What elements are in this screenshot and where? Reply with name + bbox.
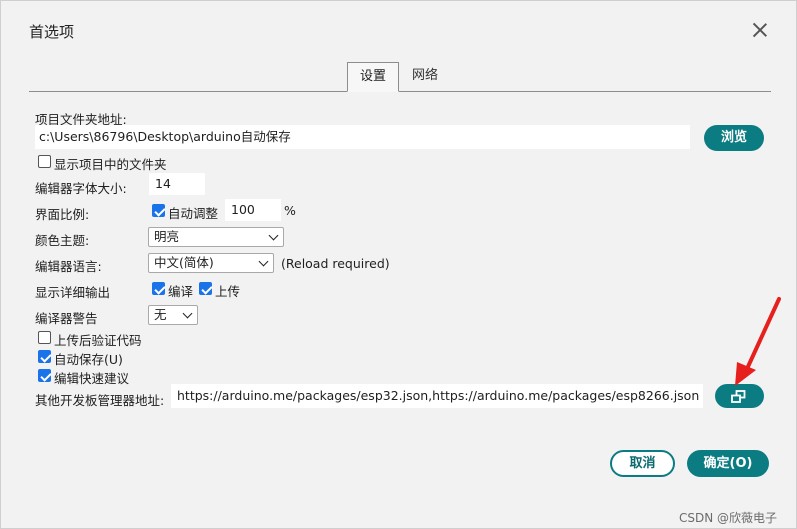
cancel-button[interactable]: 取消 [610,450,675,477]
verbose-upload-label: 上传 [215,284,241,299]
tab-settings[interactable]: 设置 [347,62,399,92]
warnings-select[interactable]: 无 [148,305,198,325]
close-icon[interactable] [751,21,769,39]
verbose-label: 显示详细输出 [35,285,111,300]
reload-note: (Reload required) [281,256,390,271]
autosave-label: 自动保存(U) [54,352,123,367]
scale-label: 界面比例: [35,207,90,222]
font-size-field[interactable]: 14 [149,173,205,195]
ok-button[interactable]: 确定(O) [687,450,769,477]
show-files-checkbox[interactable] [38,155,51,168]
verify-label: 上传后验证代码 [54,333,142,348]
sketchbook-path-field[interactable]: c:\Users\86796\Desktop\arduino自动保存 [35,125,690,149]
scale-unit: % [284,203,296,218]
language-label: 编辑器语言: [35,259,102,274]
dialog-title: 首选项 [29,23,75,41]
browse-button[interactable]: 浏览 [704,125,764,151]
board-urls-field[interactable]: https://arduino.me/packages/esp32.json,h… [171,384,703,408]
show-files-label: 显示项目中的文件夹 [54,157,167,172]
chevron-down-icon [258,256,269,267]
board-urls-label: 其他开发板管理器地址: [35,393,165,408]
open-external-icon [731,390,746,403]
verbose-compile-checkbox[interactable] [152,282,165,295]
font-size-label: 编辑器字体大小: [35,181,127,196]
warnings-value: 无 [154,307,167,322]
language-select[interactable]: 中文(简体) [148,253,274,273]
tab-network[interactable]: 网络 [401,62,449,92]
watermark: CSDN @欣薇电子 [679,511,778,525]
autosave-checkbox[interactable] [38,350,51,363]
warnings-label: 编译器警告 [35,311,98,326]
red-arrow-annotation [735,297,781,386]
preferences-dialog: 首选项 设置 网络 项目文件夹地址: c:\Users\86796\Deskto… [0,0,797,529]
auto-scale-checkbox[interactable] [152,204,165,217]
verbose-upload-checkbox[interactable] [199,282,212,295]
quick-suggest-checkbox[interactable] [38,369,51,382]
theme-select[interactable]: 明亮 [148,227,284,247]
quick-suggest-label: 编辑快速建议 [54,371,130,386]
language-value: 中文(简体) [154,255,214,270]
chevron-down-icon [268,230,279,241]
chevron-down-icon [182,308,193,319]
verbose-compile-label: 编译 [168,284,194,299]
verify-checkbox[interactable] [38,331,51,344]
theme-label: 颜色主题: [35,233,90,248]
theme-value: 明亮 [154,229,180,244]
tab-divider [29,91,771,92]
auto-scale-label: 自动调整 [168,206,219,221]
scale-value-field[interactable]: 100 [225,199,281,221]
